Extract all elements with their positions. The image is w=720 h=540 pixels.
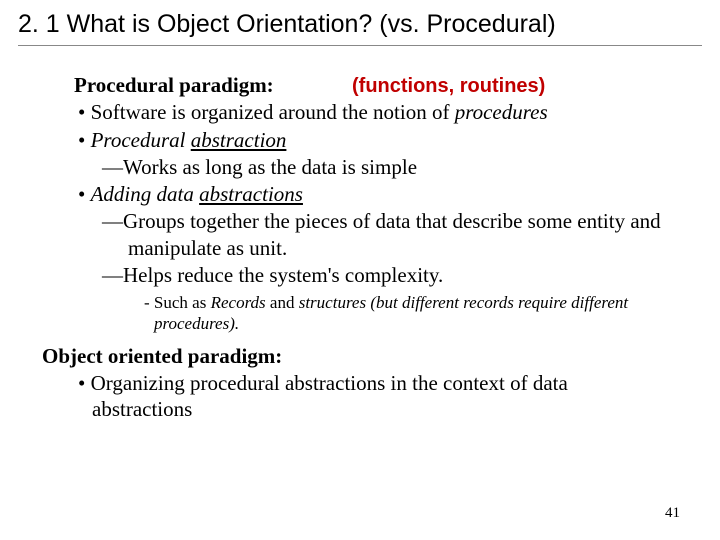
proc-subnote: Such as Records and structures (but diff… — [74, 292, 672, 335]
proc-b2-em2: abstraction — [191, 128, 287, 152]
procedural-heading: Procedural paradigm: — [74, 73, 274, 97]
proc-b3-em2: abstractions — [199, 182, 303, 206]
proc-bullet-2: Procedural abstraction — [74, 127, 672, 153]
sub-records: Records — [211, 293, 266, 312]
proc-b2-dash1: Works as long as the data is simple — [74, 154, 672, 180]
proc-b3-em1: Adding data — [91, 182, 200, 206]
proc-b1-text: Software is organized around the notion … — [91, 100, 455, 124]
slide-content: 2. 1 What is Object Orientation? (vs. Pr… — [0, 0, 720, 540]
slide-body: Procedural paradigm: (functions, routine… — [18, 72, 702, 422]
sub-mid: and — [266, 293, 299, 312]
proc-b3-dash1: Groups together the pieces of data that … — [74, 208, 672, 261]
sub-structures: structures — [299, 293, 366, 312]
proc-bullet-1: Software is organized around the notion … — [74, 99, 672, 125]
oo-bullet-1: Organizing procedural abstractions in th… — [74, 370, 672, 423]
oo-heading: Object oriented paradigm: — [42, 343, 672, 369]
proc-bullet-3: Adding data abstractions — [74, 181, 672, 207]
sub-pre: Such as — [154, 293, 211, 312]
page-number: 41 — [665, 505, 680, 522]
procedural-heading-row: Procedural paradigm: (functions, routine… — [74, 72, 672, 98]
slide-title: 2. 1 What is Object Orientation? (vs. Pr… — [18, 10, 702, 46]
proc-b2-em1: Procedural — [91, 128, 191, 152]
proc-b1-em: procedures — [455, 100, 548, 124]
proc-b3-dash2: Helps reduce the system's complexity. — [74, 262, 672, 288]
functions-annotation: (functions, routines) — [352, 74, 545, 99]
